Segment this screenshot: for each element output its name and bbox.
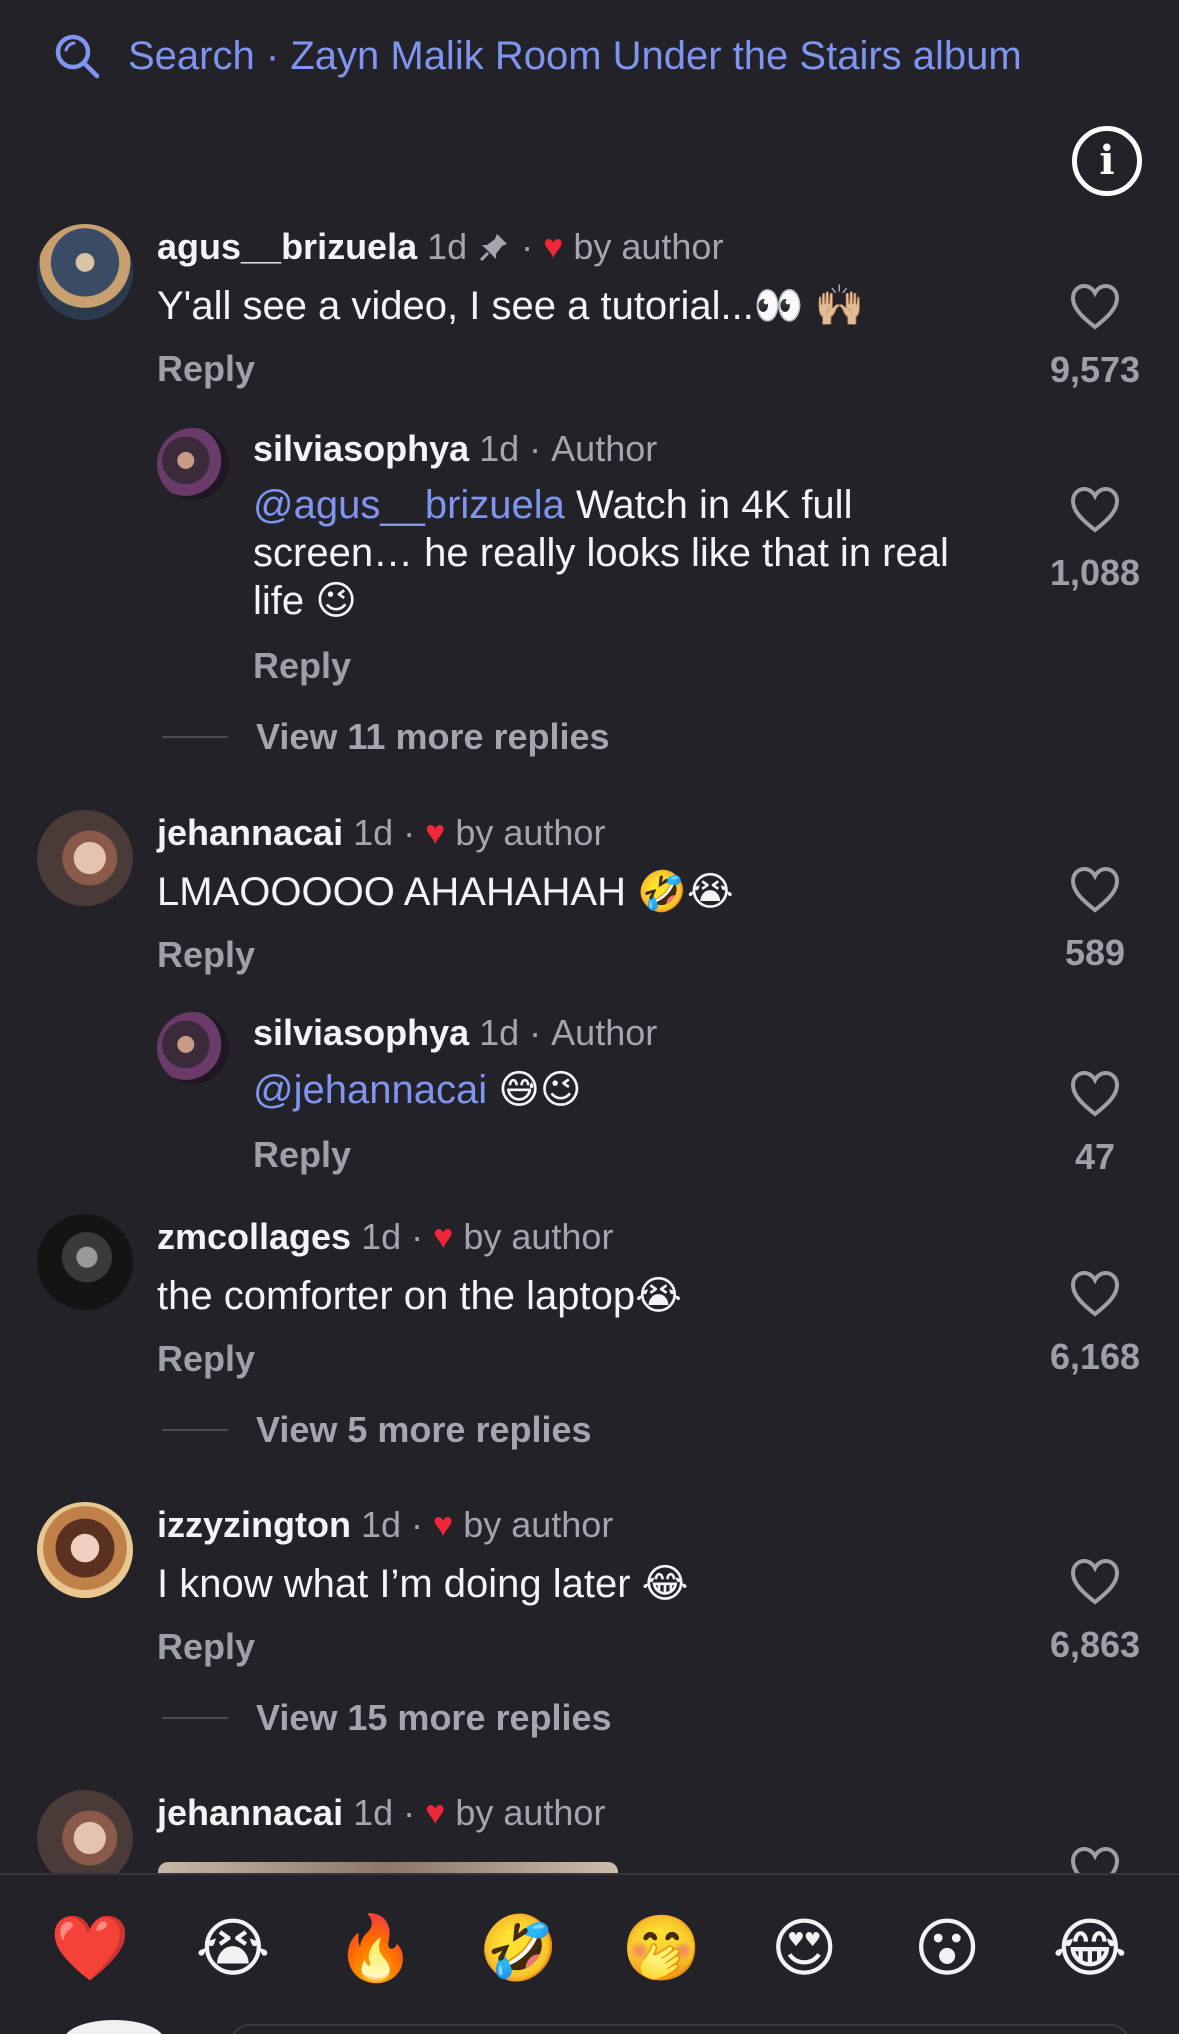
avatar[interactable]: [37, 810, 133, 906]
liked-by-author: by author: [573, 226, 724, 267]
avatar[interactable]: [37, 1790, 133, 1886]
comment-age: 1d: [360, 1504, 402, 1545]
heart-outline-icon: [1070, 866, 1120, 913]
like-button[interactable]: 6,168: [1040, 1270, 1150, 1378]
liked-by-author: by author: [463, 1504, 614, 1545]
heart-outline-icon: [1070, 1270, 1120, 1317]
comment-text: I know what I’m doing later 😂: [157, 1562, 689, 1606]
like-button[interactable]: 1,088: [1040, 486, 1150, 594]
reply-button[interactable]: Reply: [253, 1134, 351, 1176]
reply-button[interactable]: Reply: [157, 1338, 255, 1380]
comment-text: the comforter on the laptop😭: [157, 1274, 682, 1318]
username[interactable]: jehannacai: [157, 812, 343, 854]
like-count: 6,168: [1049, 1336, 1141, 1377]
username[interactable]: silviasophya: [253, 428, 469, 470]
mention[interactable]: @jehannacai: [253, 1068, 487, 1112]
comment-header: jehannacai 1d · ♥ by author: [157, 812, 606, 854]
search-bar[interactable]: Search · Zayn Malik Room Under the Stair…: [52, 28, 1022, 84]
like-count: 6,863: [1049, 1624, 1141, 1665]
reaction-fire[interactable]: 🔥: [336, 1908, 416, 1988]
search-query: Search · Zayn Malik Room Under the Stair…: [128, 33, 1022, 78]
comment-header: silviasophya 1d · Author: [253, 428, 658, 470]
username[interactable]: agus__brizuela: [157, 226, 417, 268]
comment-header: jehannacai 1d · ♥ by author: [157, 1792, 606, 1834]
view-more-replies[interactable]: View 15 more replies: [162, 1697, 612, 1739]
avatar[interactable]: [157, 428, 229, 500]
username[interactable]: izzyzington: [157, 1504, 351, 1546]
comment-age: 1d: [353, 1792, 394, 1833]
like-button[interactable]: 589: [1040, 866, 1150, 974]
like-count: 47: [1074, 1136, 1116, 1177]
mention[interactable]: @agus__brizuela: [253, 483, 565, 527]
heart-outline-icon: [1070, 1558, 1120, 1605]
search-icon: [55, 34, 100, 79]
like-count: 1,088: [1049, 552, 1141, 593]
reaction-hand-over-mouth[interactable]: 🤭: [621, 1908, 702, 1988]
heart-outline-icon: [1070, 283, 1120, 330]
like-button[interactable]: 47: [1040, 1070, 1150, 1178]
reply-button[interactable]: Reply: [157, 934, 255, 976]
pin-icon: [480, 234, 508, 262]
heart-outline-icon: [1070, 1070, 1120, 1117]
comment-text: Y'all see a video, I see a tutorial...👀 …: [157, 284, 865, 328]
comment-text: LMAOOOOO AHAHAHAH 🤣😭: [157, 870, 734, 914]
reaction-crying[interactable]: 😭: [193, 1908, 273, 1988]
reaction-surprised[interactable]: 😮: [907, 1908, 987, 1988]
reply-button[interactable]: Reply: [157, 348, 255, 390]
comment-age: 1d: [353, 812, 394, 853]
quick-reactions: ❤️ 😭 🔥 🤣 🤭 😍 😮 😂: [50, 1908, 1130, 1988]
heart-filled-icon: ♥: [425, 1793, 446, 1832]
info-icon[interactable]: i: [1072, 126, 1142, 196]
comment-age: 1d: [361, 1216, 402, 1257]
author-badge: Author: [551, 428, 658, 469]
author-badge: Author: [551, 1012, 658, 1053]
reaction-tears-of-joy[interactable]: 😂: [1050, 1908, 1130, 1988]
comment-age: 1d: [479, 428, 520, 469]
comment-header: silviasophya 1d · Author: [253, 1012, 658, 1054]
liked-by-author: by author: [455, 1792, 606, 1833]
comment-header: agus__brizuela 1d · ♥ by author: [157, 226, 724, 268]
like-button[interactable]: 6,863: [1040, 1558, 1150, 1666]
reply-button[interactable]: Reply: [253, 645, 351, 687]
like-count: 9,573: [1049, 349, 1141, 390]
comment-age: 1d: [427, 226, 468, 267]
liked-by-author: by author: [463, 1216, 614, 1257]
avatar[interactable]: [157, 1012, 229, 1084]
heart-outline-icon: [1070, 486, 1120, 533]
reaction-heart[interactable]: ❤️: [50, 1908, 130, 1988]
avatar[interactable]: [37, 1502, 133, 1598]
view-more-replies[interactable]: View 11 more replies: [162, 716, 610, 758]
username[interactable]: jehannacai: [157, 1792, 343, 1834]
heart-filled-icon: ♥: [425, 813, 446, 852]
heart-filled-icon: ♥: [543, 227, 564, 266]
divider: [0, 1873, 1179, 1875]
username[interactable]: zmcollages: [157, 1216, 351, 1258]
like-button[interactable]: 9,573: [1040, 283, 1150, 391]
comment-header: zmcollages 1d · ♥ by author: [157, 1216, 614, 1258]
comment-header: izzyzington 1d · ♥ by author: [157, 1504, 614, 1546]
avatar[interactable]: [37, 224, 133, 320]
reaction-heart-eyes[interactable]: 😍: [764, 1908, 844, 1988]
view-more-replies[interactable]: View 5 more replies: [162, 1409, 592, 1451]
like-count: 589: [1064, 932, 1126, 973]
comment-text: @jehannacai 😅😉: [253, 1068, 582, 1112]
comment-text: @agus__brizuela Watch in 4K full screen……: [253, 483, 949, 623]
heart-filled-icon: ♥: [433, 1217, 454, 1256]
heart-filled-icon: ♥: [433, 1505, 454, 1544]
liked-by-author: by author: [455, 812, 606, 853]
comment-input[interactable]: [230, 2024, 1130, 2034]
avatar[interactable]: [37, 1214, 133, 1310]
reply-button[interactable]: Reply: [157, 1626, 255, 1668]
username[interactable]: silviasophya: [253, 1012, 469, 1054]
reaction-rofl[interactable]: 🤣: [479, 1908, 559, 1988]
comment-age: 1d: [479, 1012, 520, 1053]
